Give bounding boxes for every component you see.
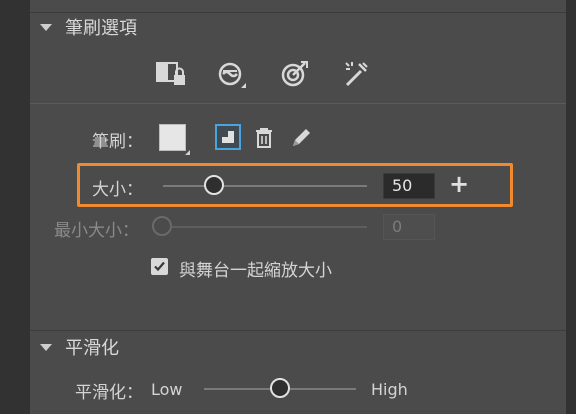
lock-fill-icon[interactable] [156,60,188,88]
scale-with-stage-checkbox[interactable] [151,258,168,275]
brush-options-title: 筆刷選項 [65,18,137,39]
min-size-slider-thumb[interactable] [152,216,172,236]
min-size-value-input[interactable]: 0 [383,214,435,240]
left-gutter [0,0,30,414]
smoothing-low-label: Low [151,380,183,399]
swatch-dropdown-indicator[interactable] [185,150,190,155]
smoothing-label: 平滑化： [75,383,143,403]
pressure-icon[interactable] [218,62,250,90]
brush-shape-button[interactable] [215,124,241,150]
section-divider [30,103,566,104]
collapse-caret-icon[interactable] [40,24,52,31]
collapse-caret-icon[interactable] [40,344,52,351]
target-icon[interactable] [281,60,309,88]
magic-wand-icon[interactable] [343,60,373,88]
smoothing-high-label: High [371,380,408,399]
brush-preview-swatch[interactable] [159,124,186,151]
brush-label: 筆刷： [92,132,143,152]
trash-icon[interactable] [254,126,274,150]
pencil-icon[interactable] [289,126,313,150]
right-gutter [566,0,576,414]
panel-top-strip [30,0,566,13]
min-size-slider-track[interactable] [152,226,367,228]
checkmark-icon [154,261,165,272]
min-size-label: 最小大小： [54,221,139,241]
scale-with-stage-label[interactable]: 與舞台一起縮放大小 [179,256,332,281]
brush-shape-icon [222,131,234,143]
smoothing-title: 平滑化 [65,338,119,359]
size-highlight-box [77,163,513,207]
brush-options-header[interactable]: 筆刷選項 [30,14,566,40]
smoothing-header[interactable]: 平滑化 [30,334,566,360]
smoothing-slider-thumb[interactable] [270,378,290,398]
section-divider [30,330,566,331]
